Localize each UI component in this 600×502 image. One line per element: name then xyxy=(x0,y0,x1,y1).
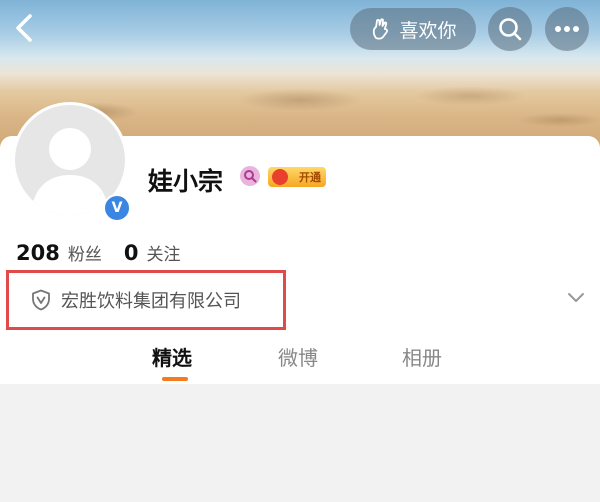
back-button[interactable] xyxy=(6,10,40,46)
profile-stats: 208 粉丝 0 关注 xyxy=(16,240,180,265)
followers-label[interactable]: 粉丝 xyxy=(68,240,102,265)
more-icon xyxy=(555,26,579,32)
like-you-button[interactable]: 喜欢你 xyxy=(350,8,476,50)
chevron-down-icon xyxy=(568,293,584,302)
tab-album[interactable]: 相册 xyxy=(402,342,442,371)
search-badge-icon xyxy=(244,170,257,183)
profile-tabs: 精选 微博 相册 xyxy=(0,336,600,384)
shield-icon xyxy=(32,289,50,311)
company-name: 宏胜饮料集团有限公司 xyxy=(61,291,241,312)
vip-open-label: 开通 xyxy=(299,171,321,184)
username: 娃小宗 xyxy=(148,167,224,196)
search-button[interactable] xyxy=(488,7,532,51)
vip-crown-icon xyxy=(272,169,288,185)
like-hand-icon xyxy=(373,18,389,40)
active-tab-indicator xyxy=(162,377,188,381)
back-arrow-icon xyxy=(16,14,32,42)
vip-open-badge[interactable]: 开通 xyxy=(268,167,326,187)
followers-count[interactable]: 208 xyxy=(16,241,60,265)
verified-badge: V xyxy=(103,194,131,222)
following-label[interactable]: 关注 xyxy=(146,240,180,265)
like-you-label: 喜欢你 xyxy=(399,19,457,42)
search-icon xyxy=(499,18,522,41)
tab-weibo[interactable]: 微博 xyxy=(278,342,318,371)
company-verification-row[interactable]: 宏胜饮料集团有限公司 xyxy=(6,270,286,330)
following-count[interactable]: 0 xyxy=(124,241,139,265)
more-button[interactable] xyxy=(545,7,589,51)
tab-featured[interactable]: 精选 xyxy=(152,342,192,371)
expand-button[interactable] xyxy=(566,290,586,304)
search-badge[interactable] xyxy=(240,166,260,186)
